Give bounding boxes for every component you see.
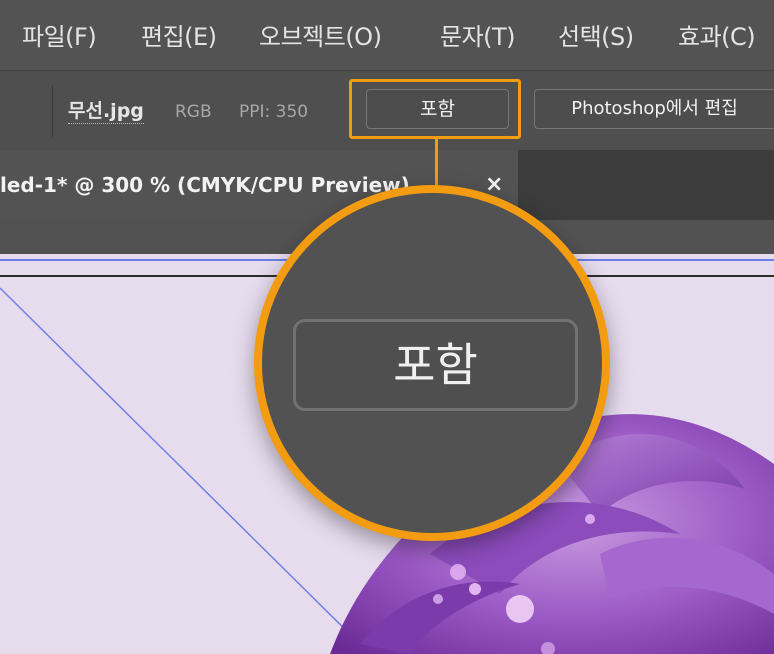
divider [52, 85, 53, 137]
menu-file[interactable]: 파일(F) [22, 20, 97, 54]
menu-type[interactable]: 문자(T) [440, 20, 516, 54]
control-bar: 무선.jpg RGB PPI: 350 포함 Photoshop에서 편집 [0, 70, 774, 151]
menu-bar: 파일(F) 편집(E) 오브젝트(O) 문자(T) 선택(S) 효과(C) [0, 0, 774, 70]
menu-select[interactable]: 선택(S) [558, 20, 634, 54]
menu-object[interactable]: 오브젝트(O) [259, 20, 382, 54]
linked-file-name[interactable]: 무선.jpg [68, 99, 144, 124]
embed-button-highlight [349, 79, 521, 139]
menu-effect[interactable]: 효과(C) [678, 20, 756, 54]
ppi-label: PPI: 350 [239, 102, 309, 122]
document-tab-title: led-1* @ 300 % (CMYK/CPU Preview) [0, 173, 410, 197]
color-mode-label: RGB [175, 102, 212, 122]
menu-edit[interactable]: 편집(E) [141, 20, 217, 54]
edit-in-photoshop-button[interactable]: Photoshop에서 편집 [534, 89, 774, 129]
callout-connector [435, 138, 438, 186]
embed-button-zoomed[interactable]: 포함 [293, 319, 578, 411]
